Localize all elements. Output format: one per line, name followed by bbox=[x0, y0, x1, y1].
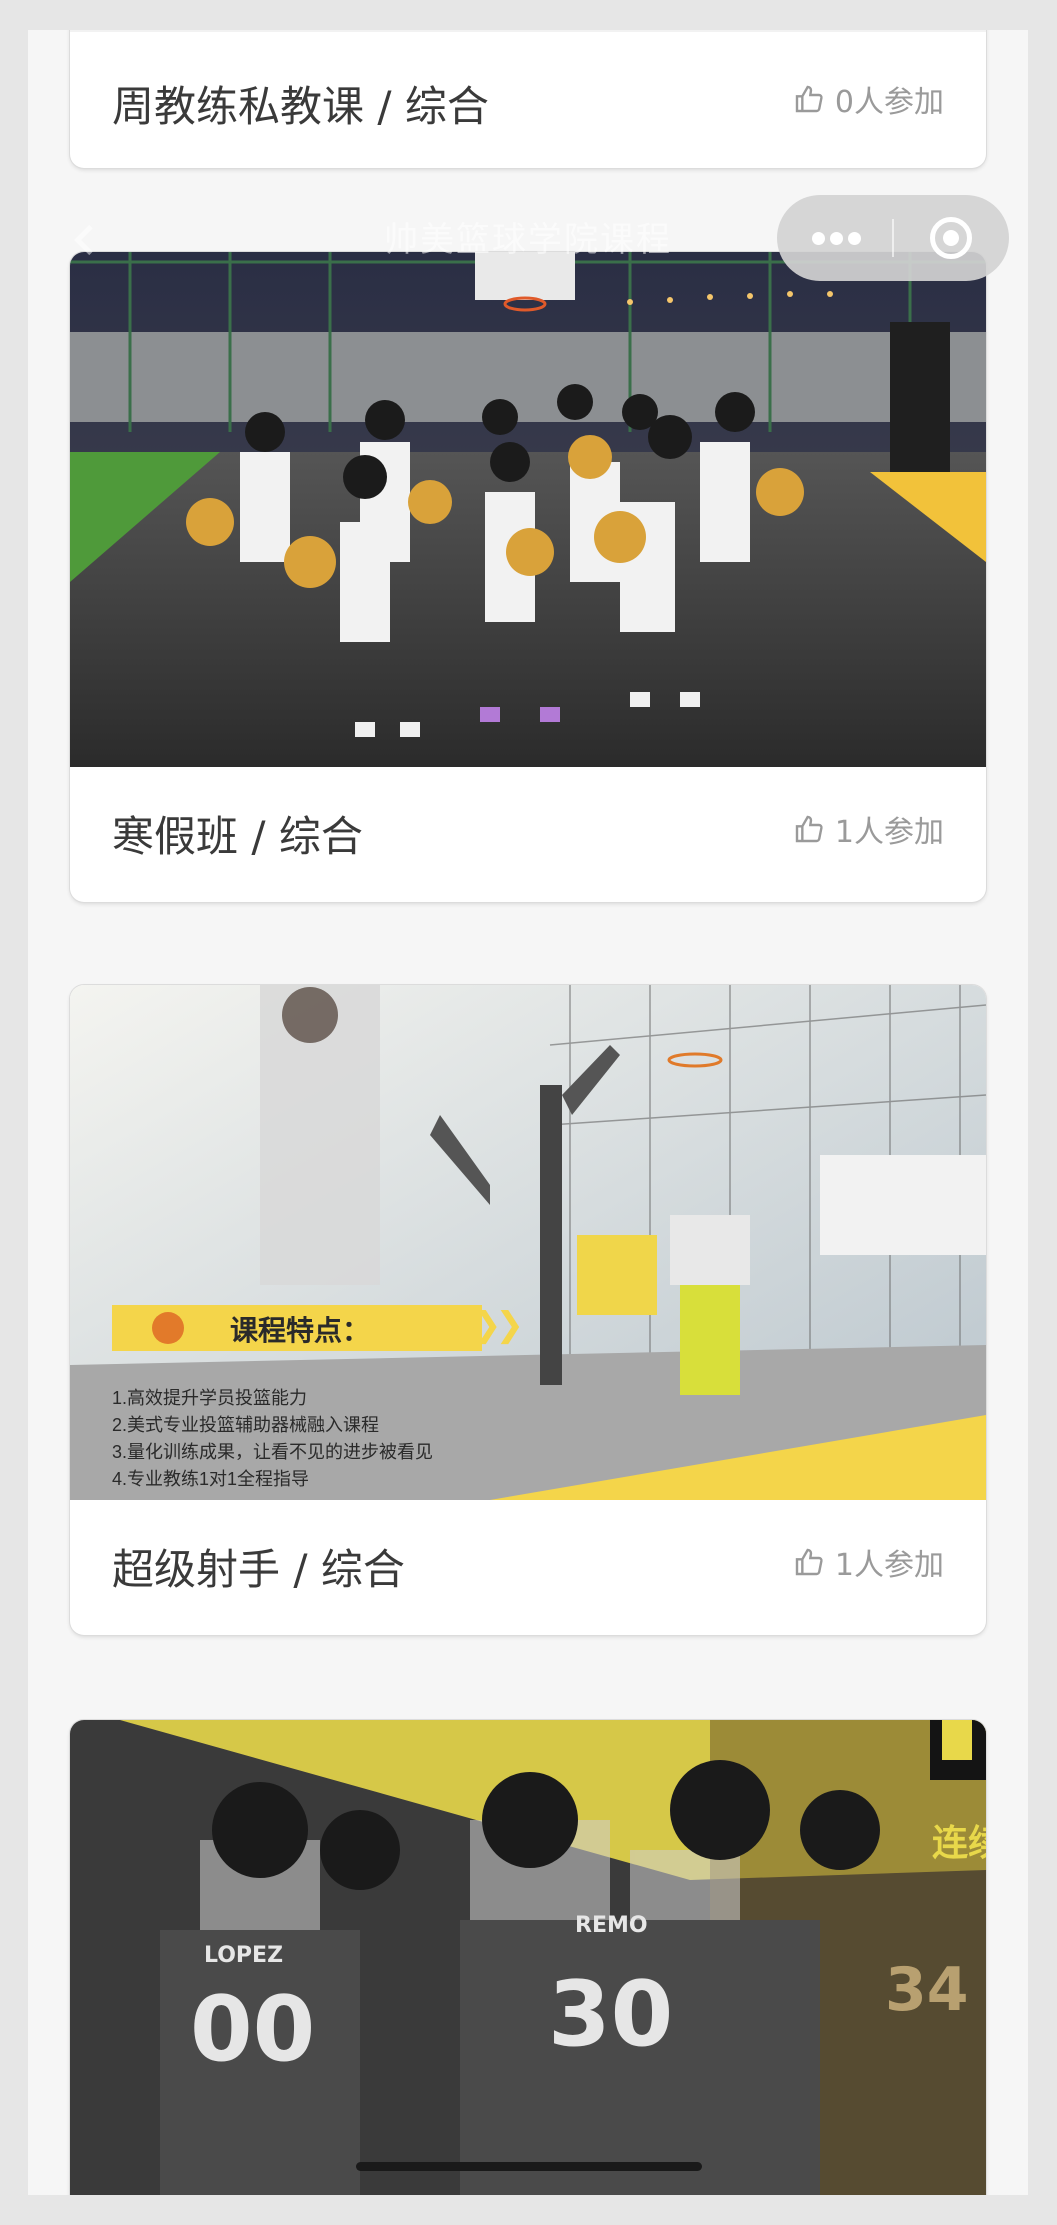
join-count: 1人参加 bbox=[793, 807, 944, 851]
course-list-page: 周教练私教课 / 综合 0人参加 寒假班 / 综合 1人参加 课程特点： ❯❯❯… bbox=[28, 30, 1028, 2195]
join-label: 1人参加 bbox=[834, 815, 944, 850]
target-circle-icon[interactable] bbox=[893, 195, 1009, 281]
course-card[interactable]: 课程特点： ❯❯❯ 1.高效提升学员投篮能力 2.美式专业投篮辅助器械融入课程 … bbox=[70, 985, 986, 1635]
course-image: 课程特点： ❯❯❯ 1.高效提升学员投篮能力 2.美式专业投篮辅助器械融入课程 … bbox=[70, 985, 986, 1500]
course-image bbox=[70, 30, 986, 32]
course-card[interactable]: LOPEZ 00 REMO 30 34 连续 bbox=[70, 1720, 986, 2195]
join-label: 1人参加 bbox=[834, 1548, 944, 1583]
chevron-left-icon[interactable] bbox=[66, 220, 106, 260]
course-name: 寒假班 / 综合 bbox=[112, 812, 363, 861]
course-name: 超级射手 / 综合 bbox=[112, 1545, 405, 1594]
more-dots-icon[interactable] bbox=[777, 195, 893, 281]
svg-text:连续: 连续 bbox=[932, 1823, 986, 1864]
home-indicator bbox=[356, 2162, 702, 2171]
thumbs-up-icon bbox=[795, 815, 823, 843]
svg-text:34: 34 bbox=[885, 1955, 969, 2025]
svg-text:REMO: REMO bbox=[575, 1913, 648, 1938]
join-count: 1人参加 bbox=[793, 1540, 944, 1584]
feature-item: 2.美式专业投篮辅助器械融入课程 bbox=[112, 1415, 380, 1435]
svg-text:30: 30 bbox=[548, 1962, 673, 2067]
basketball-icon bbox=[152, 1312, 184, 1344]
feature-item: 4.专业教练1对1全程指导 bbox=[112, 1469, 310, 1489]
course-card[interactable]: 寒假班 / 综合 1人参加 bbox=[70, 252, 986, 902]
features-list: 1.高效提升学员投篮能力 2.美式专业投篮辅助器械融入课程 3.量化训练成果，让… bbox=[112, 1385, 433, 1493]
course-image: LOPEZ 00 REMO 30 34 连续 bbox=[70, 1720, 986, 2195]
svg-text:LOPEZ: LOPEZ bbox=[204, 1943, 283, 1968]
course-name: 周教练私教课 / 综合 bbox=[112, 82, 489, 131]
join-count: 0人参加 bbox=[793, 77, 944, 121]
course-footer: 超级射手 / 综合 1人参加 bbox=[70, 1500, 986, 1635]
features-banner: 课程特点： ❯❯❯ bbox=[112, 1305, 524, 1351]
course-card[interactable]: 周教练私教课 / 综合 0人参加 bbox=[70, 30, 986, 168]
chevrons-icon: ❯❯❯ bbox=[450, 1306, 525, 1344]
course-footer: 周教练私教课 / 综合 0人参加 bbox=[70, 33, 986, 168]
course-footer: 寒假班 / 综合 1人参加 bbox=[70, 767, 986, 902]
course-image bbox=[70, 252, 986, 767]
features-banner-title: 课程特点： bbox=[230, 1315, 371, 1346]
miniprogram-capsule bbox=[777, 195, 1009, 281]
thumbs-up-icon bbox=[795, 1548, 823, 1576]
svg-text:00: 00 bbox=[190, 1977, 315, 2082]
feature-item: 3.量化训练成果，让看不见的进步被看见 bbox=[112, 1442, 434, 1462]
join-label: 0人参加 bbox=[834, 85, 944, 120]
feature-item: 1.高效提升学员投篮能力 bbox=[112, 1388, 308, 1408]
thumbs-up-icon bbox=[795, 85, 823, 113]
